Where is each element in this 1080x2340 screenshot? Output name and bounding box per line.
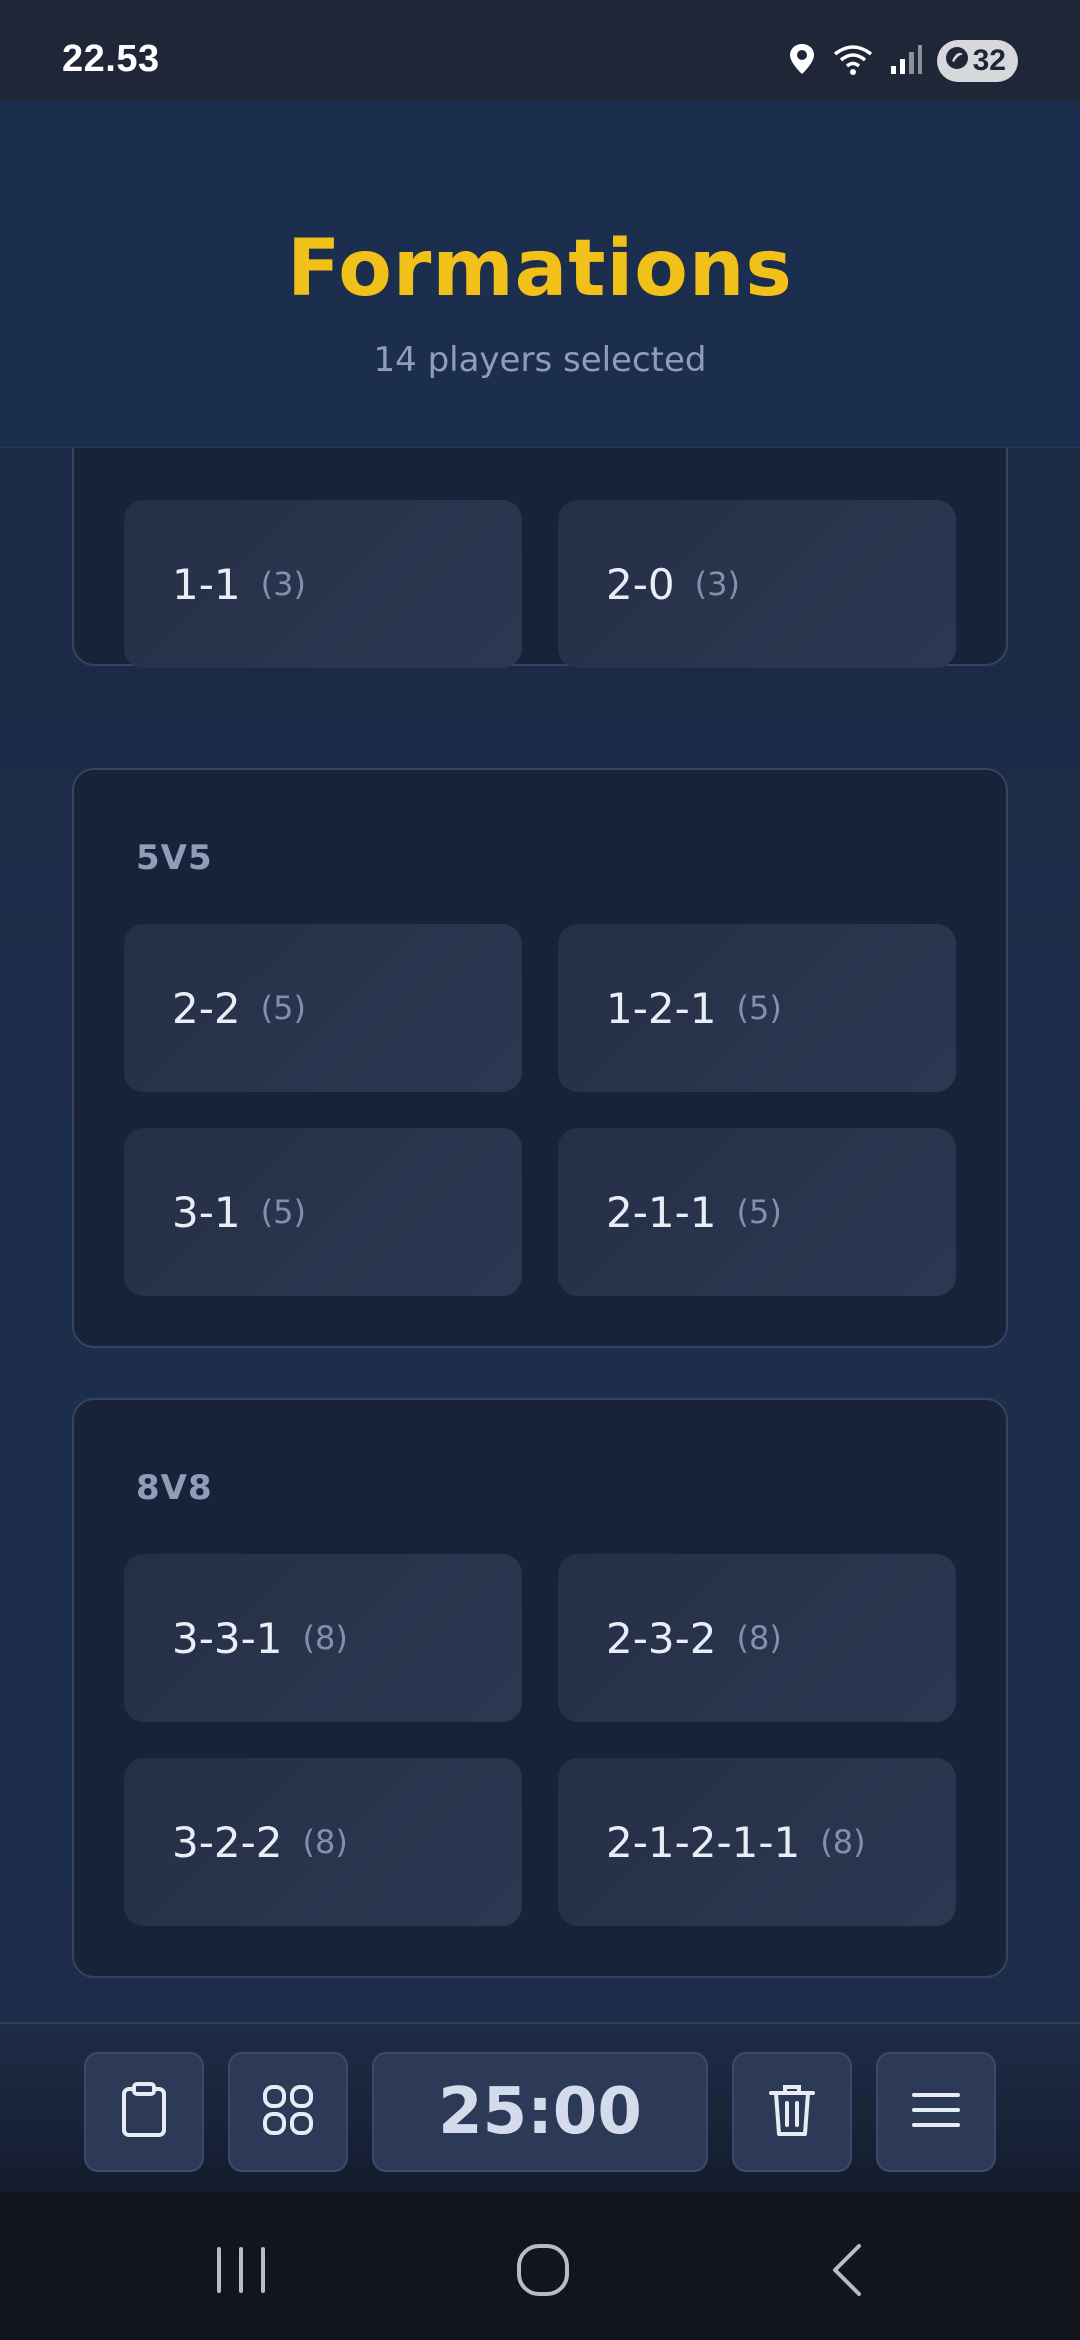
formation-button[interactable]: 1-1 (3): [124, 500, 522, 668]
system-navigation-bar: [0, 2192, 1080, 2340]
back-icon: [827, 2242, 867, 2302]
home-icon: [515, 2242, 571, 2302]
status-bar: 22.53 32: [0, 0, 1080, 100]
formation-name: 3-3-1: [172, 1613, 283, 1663]
clipboard-button[interactable]: [84, 2052, 204, 2172]
status-icons: 32: [787, 40, 1018, 82]
bottom-toolbar: 25:00: [0, 2022, 1080, 2192]
formation-player-count: (5): [736, 989, 782, 1027]
trash-icon: [767, 2081, 817, 2143]
formation-button[interactable]: 2-0 (3): [558, 500, 956, 668]
formation-button[interactable]: 3-3-1 (8): [124, 1554, 522, 1722]
formation-player-count: (8): [736, 1619, 782, 1657]
menu-button[interactable]: [876, 2052, 996, 2172]
formation-player-count: (8): [302, 1823, 348, 1861]
formation-name: 2-0: [606, 559, 675, 609]
wifi-icon: [831, 42, 875, 80]
grid-icon: [262, 2084, 314, 2140]
section-title: 8V8: [136, 1468, 213, 1508]
formation-section-3v3: 1-1 (3) 2-0 (3): [72, 448, 1008, 668]
formation-player-count: (8): [302, 1619, 348, 1657]
players-selected-count: 14 players selected: [373, 340, 707, 380]
formation-button[interactable]: 3-1 (5): [124, 1128, 522, 1296]
page-title: Formations: [287, 224, 793, 314]
formation-name: 2-1-2-1-1: [606, 1817, 801, 1867]
formation-name: 3-1: [172, 1187, 241, 1237]
formation-section-8v8: 8V8 3-3-1 (8) 2-3-2 (8) 3-2-2 (8) 2-1-2-…: [72, 1398, 1008, 1978]
formation-player-count: (5): [260, 989, 306, 1027]
formations-list[interactable]: 1-1 (3) 2-0 (3) 5V5 2-2 (5) 1-2-1 (5) 3-…: [0, 448, 1080, 2022]
formation-button[interactable]: 2-1-2-1-1 (8): [558, 1758, 956, 1926]
recents-icon: [213, 2245, 269, 2299]
formation-player-count: (3): [260, 565, 306, 603]
back-button[interactable]: [792, 2232, 902, 2312]
formation-button[interactable]: 2-3-2 (8): [558, 1554, 956, 1722]
home-button[interactable]: [488, 2232, 598, 2312]
recents-button[interactable]: [186, 2232, 296, 2312]
formation-name: 2-2: [172, 983, 241, 1033]
formation-section-5v5: 5V5 2-2 (5) 1-2-1 (5) 3-1 (5) 2-1-1 (5): [72, 768, 1008, 1348]
formation-button[interactable]: 3-2-2 (8): [124, 1758, 522, 1926]
formation-name: 2-1-1: [606, 1187, 717, 1237]
formation-name: 1-1: [172, 559, 241, 609]
formation-name: 3-2-2: [172, 1817, 283, 1867]
section-title: 5V5: [136, 838, 213, 878]
formation-player-count: (5): [260, 1193, 306, 1231]
formation-player-count: (3): [694, 565, 740, 603]
formation-player-count: (5): [736, 1193, 782, 1231]
formation-player-count: (8): [820, 1823, 866, 1861]
formation-name: 1-2-1: [606, 983, 717, 1033]
battery-indicator: 32: [936, 40, 1018, 82]
timer-button[interactable]: 25:00: [372, 2052, 708, 2172]
battery-icon: [945, 44, 969, 78]
grid-button[interactable]: [228, 2052, 348, 2172]
delete-button[interactable]: [732, 2052, 852, 2172]
formation-button[interactable]: 2-1-1 (5): [558, 1128, 956, 1296]
signal-icon: [889, 42, 923, 80]
formation-button[interactable]: 2-2 (5): [124, 924, 522, 1092]
location-icon: [787, 42, 817, 80]
page-header: Formations 14 players selected: [0, 100, 1080, 448]
formation-name: 2-3-2: [606, 1613, 717, 1663]
status-time: 22.53: [62, 38, 160, 80]
battery-level: 32: [972, 44, 1006, 77]
formation-button[interactable]: 1-2-1 (5): [558, 924, 956, 1092]
menu-icon: [911, 2090, 961, 2134]
clipboard-icon: [119, 2081, 169, 2143]
